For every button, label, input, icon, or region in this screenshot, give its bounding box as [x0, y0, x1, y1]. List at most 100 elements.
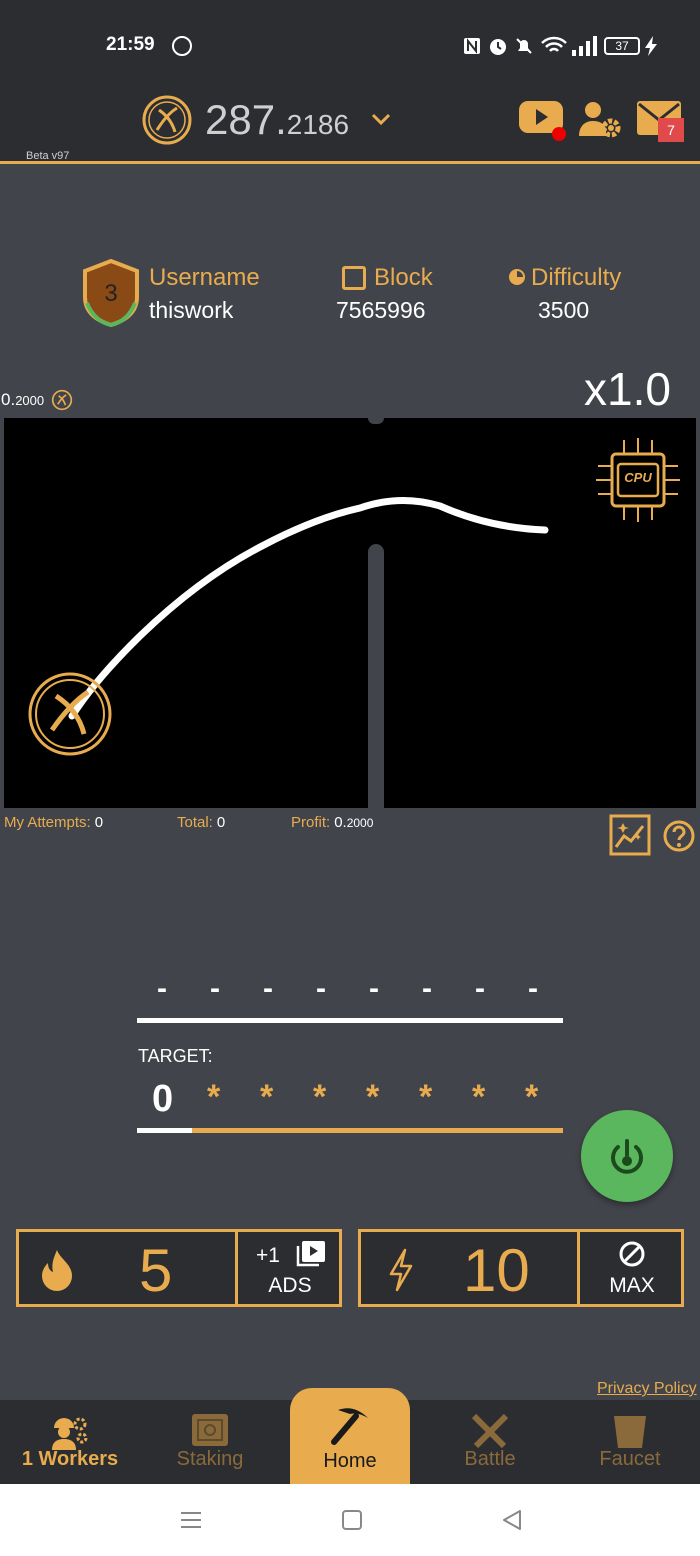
code-digit: -: [528, 972, 538, 1005]
fire-value: 5: [139, 1237, 173, 1304]
energy-box: 10 MAX: [358, 1229, 684, 1307]
min-bet: 0.2000: [1, 390, 44, 410]
lightning-icon: [389, 1248, 413, 1292]
coin-small-icon: [51, 389, 73, 411]
balance-display[interactable]: 287.2186: [205, 96, 349, 144]
min-bet-dec: 2000: [15, 393, 45, 408]
wifi-icon: [541, 36, 567, 52]
mail-count-badge: 7: [658, 118, 684, 142]
total-value: 0: [216, 814, 226, 831]
level-number: 3: [104, 280, 118, 307]
cpu-label: CPU: [624, 470, 652, 485]
nav-faucet[interactable]: Faucet: [560, 1400, 700, 1484]
multiplier: x1.0: [584, 363, 671, 415]
coin-logo-icon: [142, 95, 192, 145]
code-digit: -: [210, 972, 220, 1005]
signal-icon: [572, 36, 597, 56]
balance-dec: 2186: [286, 109, 350, 140]
alarm-icon: [490, 39, 506, 55]
nav-staking-label: Staking: [176, 1448, 244, 1470]
difficulty-value: 3500: [538, 297, 590, 323]
difficulty-label: Difficulty: [531, 264, 622, 291]
nav-staking[interactable]: Staking: [140, 1400, 280, 1484]
beta-label: Beta v97: [26, 150, 70, 162]
nav-home[interactable]: Home: [290, 1388, 410, 1484]
ads-label: ADS: [268, 1274, 312, 1297]
code-digit: -: [316, 972, 326, 1005]
status-bar: 21:59 37: [0, 0, 700, 86]
max-label: MAX: [609, 1274, 655, 1297]
target-star: *: [207, 1078, 221, 1116]
recents-menu-icon[interactable]: [180, 1510, 202, 1530]
nav-battle-label: Battle: [464, 1448, 516, 1470]
miner-coin-icon: [28, 672, 112, 756]
app-header: 287.2186 Beta v97: [0, 86, 700, 164]
bucket-icon: [614, 1416, 646, 1448]
username-label: Username: [149, 264, 260, 291]
privacy-policy-link[interactable]: Privacy Policy: [597, 1380, 697, 1398]
block-icon: [342, 266, 366, 290]
block-value: 7565996: [336, 297, 426, 323]
status-time: 21:59: [106, 34, 155, 55]
user-settings-icon[interactable]: [578, 100, 622, 140]
energy-value: 10: [463, 1237, 530, 1304]
help-icon[interactable]: [663, 820, 695, 852]
home-square-icon[interactable]: [342, 1510, 362, 1530]
target-progress-track: [137, 1128, 563, 1133]
block-label: Block: [374, 264, 433, 291]
watch-ads-button[interactable]: +1 ADS: [238, 1232, 342, 1304]
total-attempts: Total: 0: [177, 814, 225, 831]
target-star: *: [366, 1078, 380, 1116]
max-button[interactable]: MAX: [580, 1232, 684, 1304]
code-digit: -: [369, 972, 379, 1005]
profit-label: Profit:: [291, 814, 331, 831]
username-value: thiswork: [149, 297, 234, 323]
pickaxe-icon: [331, 1408, 368, 1445]
crossed-swords-icon: [471, 1413, 509, 1449]
min-bet-int: 0.: [1, 390, 16, 409]
target-star: *: [419, 1078, 433, 1116]
code-underline: [137, 1018, 563, 1023]
total-label: Total:: [177, 814, 213, 831]
my-attempts-value: 0: [94, 814, 104, 831]
target-progress-fill: [137, 1128, 192, 1133]
start-mining-button[interactable]: [581, 1110, 673, 1202]
whatsapp-icon: [172, 36, 192, 56]
nav-home-label: Home: [323, 1450, 377, 1472]
fire-icon: [42, 1250, 72, 1291]
my-attempts-label: My Attempts:: [4, 814, 91, 831]
code-digit: -: [422, 972, 432, 1005]
target-star: *: [525, 1078, 539, 1116]
youtube-icon[interactable]: [518, 100, 566, 142]
block-circle-icon: [619, 1241, 645, 1267]
code-digit: -: [475, 972, 485, 1005]
target-digit: 0: [152, 1078, 174, 1120]
battery-icon: 37: [604, 37, 640, 55]
profit-value: 0.2000: [334, 814, 374, 831]
mute-icon: [516, 38, 532, 54]
code-digit: -: [263, 972, 273, 1005]
nav-battle[interactable]: Battle: [420, 1400, 560, 1484]
video-library-icon: [296, 1241, 325, 1267]
nav-faucet-label: Faucet: [599, 1448, 661, 1470]
safe-icon: [192, 1414, 228, 1446]
nav-workers-label: 1 Workers: [21, 1448, 119, 1470]
target-label: TARGET:: [138, 1046, 213, 1066]
ads-plus-one: +1: [256, 1244, 280, 1267]
system-nav-bar: [0, 1484, 700, 1556]
profit: Profit: 0.2000: [291, 814, 373, 831]
target-star: *: [472, 1078, 486, 1116]
back-triangle-icon[interactable]: [502, 1509, 522, 1531]
target-star: *: [313, 1078, 327, 1116]
charging-icon: [645, 36, 657, 56]
balance-int: 287.: [205, 96, 287, 143]
workers-icon: [52, 1417, 88, 1450]
difficulty-icon: [509, 269, 525, 285]
power-icon: [611, 1139, 643, 1174]
nav-workers[interactable]: 1 Workers: [0, 1400, 140, 1484]
code-digit: -: [157, 972, 167, 1005]
chevron-down-icon[interactable]: [371, 112, 391, 126]
fire-box: 5 +1 ADS: [16, 1229, 342, 1307]
stats-chart-icon[interactable]: [609, 814, 651, 856]
my-attempts: My Attempts: 0: [4, 814, 103, 831]
